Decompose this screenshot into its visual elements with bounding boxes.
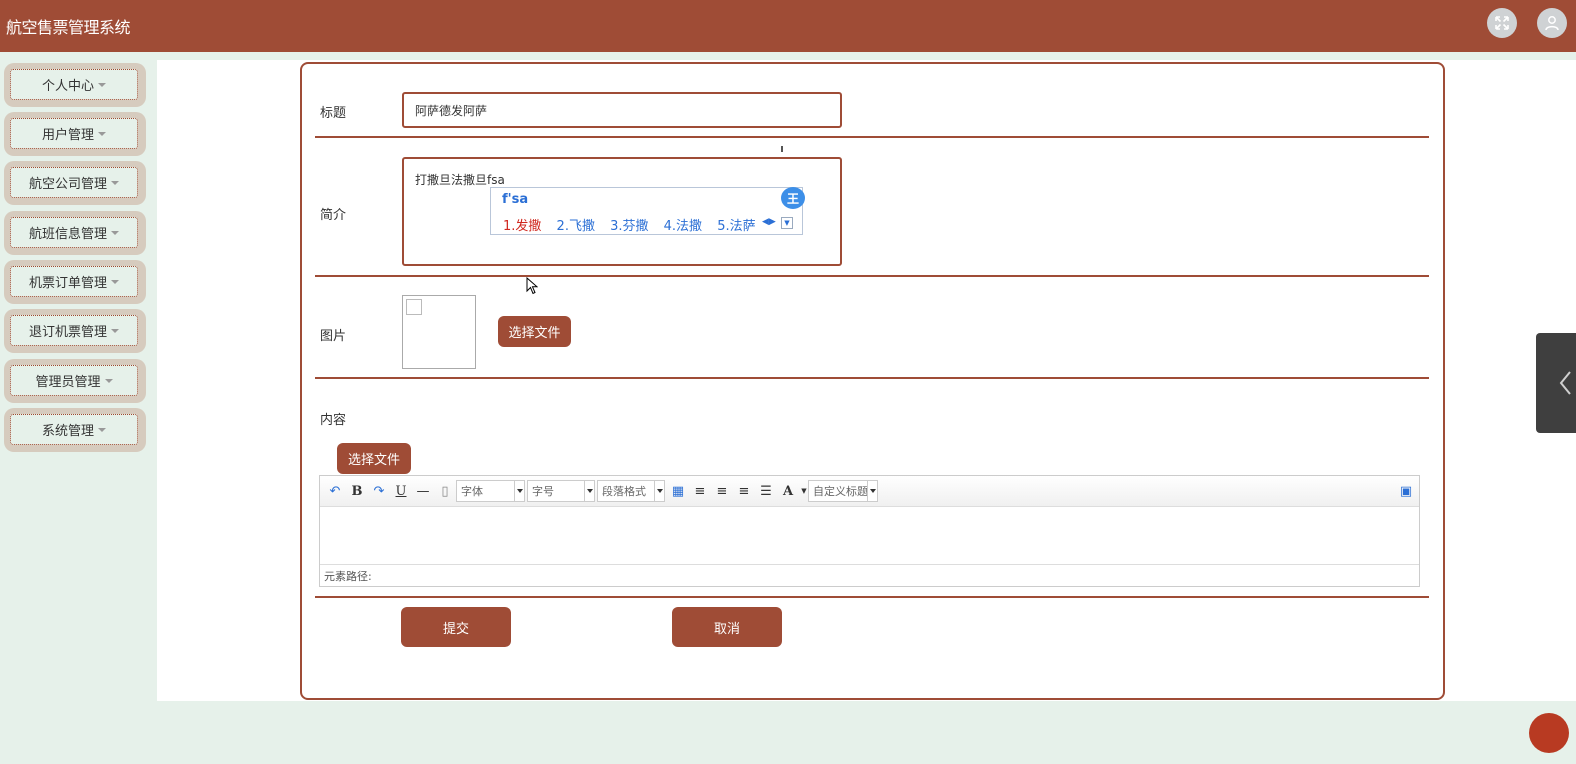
- sidebar-item-ticket-order-management[interactable]: 机票订单管理: [4, 260, 146, 304]
- align-justify-icon[interactable]: ☰: [757, 481, 775, 501]
- dropdown-arrow-icon: [867, 481, 877, 501]
- rich-text-editor: ↶ B ↷ U — ▯ 字体 字号 段落格式 ▦ ≡ ≡ ≡ ☰ A ▼ 自定义…: [319, 475, 1420, 587]
- divider: [315, 275, 1429, 277]
- ime-candidate-popup: f'sa 1.发撒 2.飞撒 3.芬撒 4.法撒 5.法萨: [490, 187, 803, 235]
- ime-candidate[interactable]: 3.芬撒: [610, 219, 648, 234]
- sidebar-item-box: 退订机票管理: [10, 315, 138, 346]
- ime-candidate-list: 1.发撒 2.飞撒 3.芬撒 4.法撒 5.法萨: [503, 215, 767, 234]
- sidebar-item-admin-management[interactable]: 管理员管理: [4, 359, 146, 403]
- caret-down-icon: [111, 328, 119, 333]
- sidebar-item-system-management[interactable]: 系统管理: [4, 408, 146, 452]
- ime-logo-icon: 王: [781, 187, 805, 209]
- dropdown-arrow-icon: [654, 481, 664, 501]
- caret-down-icon: [98, 82, 106, 87]
- align-center-icon[interactable]: ≡: [735, 481, 753, 501]
- insert-table-icon[interactable]: ▦: [669, 481, 687, 501]
- sidebar-item-label: 个人中心: [41, 79, 94, 94]
- sidebar: 个人中心 用户管理 航空公司管理 航班信息管理 机票订单管理 退订机票管理 管理…: [0, 52, 150, 764]
- sidebar-item-refund-ticket-management[interactable]: 退订机票管理: [4, 309, 146, 353]
- floating-action-ball[interactable]: [1529, 713, 1569, 753]
- cancel-button[interactable]: 取消: [672, 607, 782, 647]
- align-right-icon[interactable]: ≡: [713, 481, 731, 501]
- caret-down-icon: [104, 378, 113, 383]
- user-icon: [1545, 16, 1559, 31]
- redo-icon[interactable]: ↷: [370, 481, 388, 501]
- font-family-value: 字体: [461, 485, 483, 498]
- align-left-icon[interactable]: ≡: [691, 481, 709, 501]
- underline-button[interactable]: U: [392, 481, 410, 501]
- caret-down-icon: [111, 279, 119, 284]
- mouse-cursor-icon: [526, 277, 538, 295]
- undo-icon[interactable]: ↶: [326, 481, 344, 501]
- dropdown-arrow-icon: [584, 481, 594, 501]
- sidebar-item-flight-info-management[interactable]: 航班信息管理: [4, 211, 146, 255]
- sidebar-item-personal-center[interactable]: 个人中心: [4, 63, 146, 107]
- intro-label: 简介: [320, 208, 347, 223]
- custom-title-value: 自定义标题: [813, 485, 868, 498]
- title-label: 标题: [320, 106, 347, 121]
- top-bar: 航空售票管理系统: [0, 0, 1576, 52]
- ime-expand-icon[interactable]: ▼: [781, 217, 793, 229]
- sidebar-item-box: 航空公司管理: [10, 167, 138, 198]
- bold-button[interactable]: B: [348, 481, 366, 501]
- fullscreen-button[interactable]: [1487, 8, 1517, 38]
- paragraph-format-value: 段落格式: [602, 485, 646, 498]
- ime-candidate[interactable]: 1.发撒: [503, 219, 541, 234]
- custom-title-select[interactable]: 自定义标题: [808, 480, 878, 502]
- sidebar-item-user-management[interactable]: 用户管理: [4, 112, 146, 156]
- ime-candidate[interactable]: 4.法撒: [664, 219, 702, 234]
- submit-button[interactable]: 提交: [401, 607, 511, 647]
- chevron-left-icon: [1559, 371, 1571, 395]
- sidebar-item-box: 航班信息管理: [10, 217, 138, 248]
- font-family-select[interactable]: 字体: [456, 480, 525, 502]
- sidebar-item-label: 航空公司管理: [28, 177, 107, 192]
- text-cursor-mark: [781, 146, 783, 152]
- divider: [315, 136, 1429, 138]
- sidebar-item-airline-management[interactable]: 航空公司管理: [4, 161, 146, 205]
- sidebar-item-box: 管理员管理: [10, 365, 138, 396]
- expand-icon: [1495, 16, 1509, 30]
- preview-monitor-icon[interactable]: ▣: [1397, 481, 1415, 501]
- editor-content-area[interactable]: [320, 508, 1419, 563]
- caret-down-icon: [98, 427, 106, 432]
- font-size-value: 字号: [532, 485, 554, 498]
- ime-page-arrows-icon[interactable]: ◀▶: [762, 217, 776, 227]
- ime-candidate[interactable]: 2.飞撒: [557, 219, 595, 234]
- sidebar-item-label: 退订机票管理: [28, 325, 107, 340]
- editor-element-path: 元素路径:: [320, 564, 1419, 586]
- image-choose-file-button[interactable]: 选择文件: [498, 316, 571, 347]
- user-menu-button[interactable]: [1537, 8, 1567, 38]
- divider: [315, 377, 1429, 379]
- ime-composition: f'sa: [502, 192, 529, 207]
- horizontal-rule-icon[interactable]: —: [414, 481, 432, 501]
- sidebar-item-label: 航班信息管理: [28, 227, 107, 242]
- title-input[interactable]: [402, 92, 842, 128]
- ime-candidate[interactable]: 5.法萨: [717, 219, 755, 234]
- editor-toolbar: ↶ B ↷ U — ▯ 字体 字号 段落格式 ▦ ≡ ≡ ≡ ☰ A ▼ 自定义…: [320, 476, 1419, 507]
- sidebar-item-label: 用户管理: [41, 128, 94, 143]
- sidebar-item-label: 管理员管理: [35, 375, 101, 390]
- sidebar-item-box: 系统管理: [10, 414, 138, 445]
- divider: [315, 596, 1429, 598]
- image-label: 图片: [320, 329, 347, 344]
- sidebar-item-box: 用户管理: [10, 118, 138, 149]
- app-title: 航空售票管理系统: [6, 18, 131, 37]
- caret-down-icon: [98, 131, 106, 136]
- content-choose-file-button[interactable]: 选择文件: [337, 443, 411, 474]
- caret-down-icon: [111, 230, 119, 235]
- sidebar-item-box: 个人中心: [10, 69, 138, 100]
- dropdown-arrow-icon: [514, 481, 524, 501]
- broken-image-icon: [406, 299, 422, 315]
- sidebar-item-label: 系统管理: [41, 424, 94, 439]
- source-page-icon[interactable]: ▯: [436, 481, 454, 501]
- image-preview: [402, 295, 476, 369]
- side-drawer-toggle[interactable]: [1536, 333, 1576, 433]
- font-size-select[interactable]: 字号: [527, 480, 595, 502]
- content-label: 内容: [320, 413, 347, 428]
- paragraph-format-select[interactable]: 段落格式: [597, 480, 665, 502]
- sidebar-item-label: 机票订单管理: [28, 276, 107, 291]
- caret-down-icon: [111, 180, 119, 185]
- sidebar-item-box: 机票订单管理: [10, 266, 138, 297]
